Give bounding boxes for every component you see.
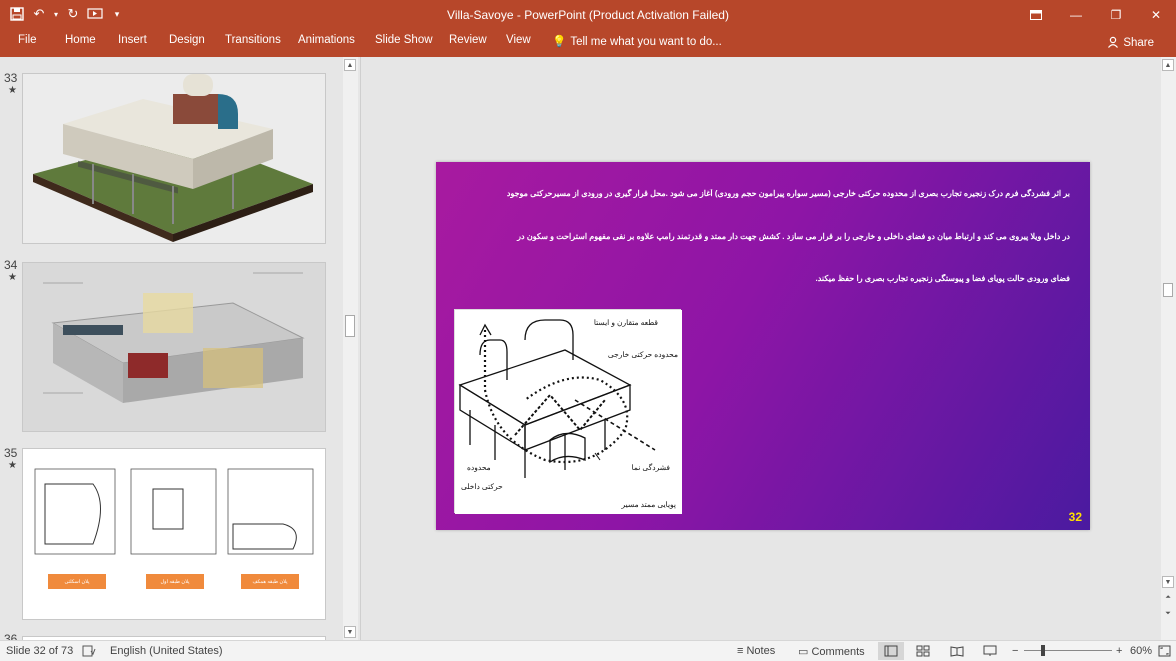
slide-counter: Slide 32 of 73 xyxy=(6,645,74,657)
animation-star-icon: ★ xyxy=(8,460,17,471)
slide-editor: بر اثر فشردگی فرم درک زنجیره تجارب بصری … xyxy=(361,57,1161,640)
zoom-out-button[interactable]: − xyxy=(1012,645,1018,657)
lightbulb-icon: 💡 xyxy=(552,36,567,48)
ramp-sketch-image[interactable]: قطعه متقارن و ایستا محدوده حرکتی خارجی ف… xyxy=(454,309,682,514)
minimize-icon[interactable]: — xyxy=(1056,0,1096,30)
sketch-label-compression: فشردگی نما xyxy=(631,463,670,472)
plan-label-1: پلان اسکلتی xyxy=(48,574,106,589)
ribbon-display-options-icon[interactable] xyxy=(1016,0,1056,30)
thumb-number: 35 xyxy=(4,446,18,460)
sketch-label-symmetric: قطعه متقارن و ایستا xyxy=(593,318,658,327)
slide-sorter-button[interactable] xyxy=(916,645,930,660)
spell-check-icon[interactable] xyxy=(82,645,96,660)
thumbnail-slide-33[interactable] xyxy=(22,73,326,244)
person-icon xyxy=(1107,36,1119,51)
scroll-thumb[interactable] xyxy=(345,315,355,337)
previous-slide-icon[interactable]: ⏶ xyxy=(1162,592,1174,604)
scroll-down-icon[interactable]: ▼ xyxy=(1162,576,1174,588)
tell-me-search[interactable]: 💡 Tell me what you want to do... xyxy=(552,34,722,48)
tab-review[interactable]: Review xyxy=(449,34,487,46)
sketch-label-inner-1: محدوده xyxy=(467,463,491,472)
scroll-up-icon[interactable]: ▲ xyxy=(344,59,356,71)
zoom-in-button[interactable]: + xyxy=(1116,645,1122,657)
animation-star-icon: ★ xyxy=(8,272,17,283)
reading-view-button[interactable] xyxy=(950,645,964,660)
scroll-up-icon[interactable]: ▲ xyxy=(1162,59,1174,71)
thumbnail-scrollbar[interactable]: ▲ ▼ xyxy=(343,57,358,640)
scroll-thumb[interactable] xyxy=(1163,283,1173,297)
tab-design[interactable]: Design xyxy=(169,34,205,46)
next-slide-icon[interactable]: ⏷ xyxy=(1162,608,1174,620)
slide-page-number: 32 xyxy=(1068,510,1082,524)
normal-view-button[interactable] xyxy=(878,642,904,660)
slide-thumbnail-pane: 33 ★ 34 ★ 35 ★ پلان اسکلتی پلان طبقه اول… xyxy=(0,57,343,640)
tab-view[interactable]: View xyxy=(506,34,531,46)
window-controls: — ❐ ✕ xyxy=(1016,0,1176,30)
tab-animations[interactable]: Animations xyxy=(298,34,355,46)
reading-view-icon xyxy=(950,646,964,657)
notes-icon: ≡ xyxy=(737,645,744,657)
tell-me-text: Tell me what you want to do... xyxy=(570,36,722,48)
ribbon-tabs: File Home Insert Design Transitions Anim… xyxy=(0,30,1176,57)
title-bar: ↶ ▾ ↻ ▾ Villa-Savoye - PowerPoint (Produ… xyxy=(0,0,1176,30)
sketch-label-inner-2: حرکتی داخلی xyxy=(461,482,503,491)
tab-home[interactable]: Home xyxy=(65,34,96,46)
slide-sorter-icon xyxy=(916,645,930,657)
language-indicator[interactable]: English (United States) xyxy=(110,645,223,657)
villa-cutaway-image xyxy=(23,263,325,431)
current-slide[interactable]: بر اثر فشردگی فرم درک زنجیره تجارب بصری … xyxy=(436,162,1090,530)
tab-slide-show[interactable]: Slide Show xyxy=(375,34,433,46)
slide-text-line-3[interactable]: فضای ورودی حالت پویای فضا و پیوستگی زنجی… xyxy=(450,274,1070,283)
notes-label: Notes xyxy=(746,645,776,657)
plan-label-2: پلان طبقه اول xyxy=(146,574,204,589)
animation-star-icon: ★ xyxy=(8,85,17,96)
editor-scrollbar[interactable]: ▲ ▼ ⏶ ⏷ xyxy=(1161,57,1176,640)
share-label: Share xyxy=(1123,37,1154,49)
thumbnail-slide-34[interactable] xyxy=(22,262,326,432)
thumb-number: 34 xyxy=(4,258,18,272)
notes-button[interactable]: ≡ Notes xyxy=(737,645,775,657)
thumbnail-slide-35[interactable]: پلان اسکلتی پلان طبقه اول پلان طبقه همکف xyxy=(22,448,326,620)
status-bar: Slide 32 of 73 English (United States) ≡… xyxy=(0,640,1176,661)
sketch-label-ramp: پویایی ممتد مسیر xyxy=(621,500,676,509)
tab-insert[interactable]: Insert xyxy=(118,34,147,46)
tab-transitions[interactable]: Transitions xyxy=(225,34,281,46)
plan-label-3: پلان طبقه همکف xyxy=(241,574,299,589)
villa-render-image xyxy=(23,74,325,243)
zoom-slider-thumb[interactable] xyxy=(1041,645,1045,656)
thumb-number: 36 xyxy=(4,632,18,640)
scroll-down-icon[interactable]: ▼ xyxy=(344,626,356,638)
comments-label: Comments xyxy=(811,646,865,658)
close-icon[interactable]: ✕ xyxy=(1136,0,1176,30)
slide-text-line-2[interactable]: در داخل ویلا پیروی می کند و ارتباط میان … xyxy=(450,232,1070,241)
tab-file[interactable]: File xyxy=(18,34,37,46)
window-title: Villa-Savoye - PowerPoint (Product Activ… xyxy=(447,8,729,22)
zoom-slider-track[interactable] xyxy=(1024,650,1112,651)
floor-plans-image xyxy=(23,449,325,619)
zoom-level[interactable]: 60% xyxy=(1130,645,1152,657)
thumb-number: 33 xyxy=(4,71,18,85)
fit-to-window-icon xyxy=(1158,645,1171,657)
slideshow-button[interactable] xyxy=(983,645,997,660)
sketch-label-outer-motion: محدوده حرکتی خارجی xyxy=(607,350,678,359)
comments-button[interactable]: ▭ Comments xyxy=(798,645,865,658)
slide-text-line-1[interactable]: بر اثر فشردگی فرم درک زنجیره تجارب بصری … xyxy=(450,189,1070,198)
slideshow-icon xyxy=(983,645,997,656)
comment-icon: ▭ xyxy=(798,646,809,658)
fit-to-window-button[interactable] xyxy=(1158,645,1171,660)
share-button[interactable]: Share xyxy=(1101,32,1160,54)
normal-view-icon xyxy=(884,645,898,657)
restore-icon[interactable]: ❐ xyxy=(1096,0,1136,30)
